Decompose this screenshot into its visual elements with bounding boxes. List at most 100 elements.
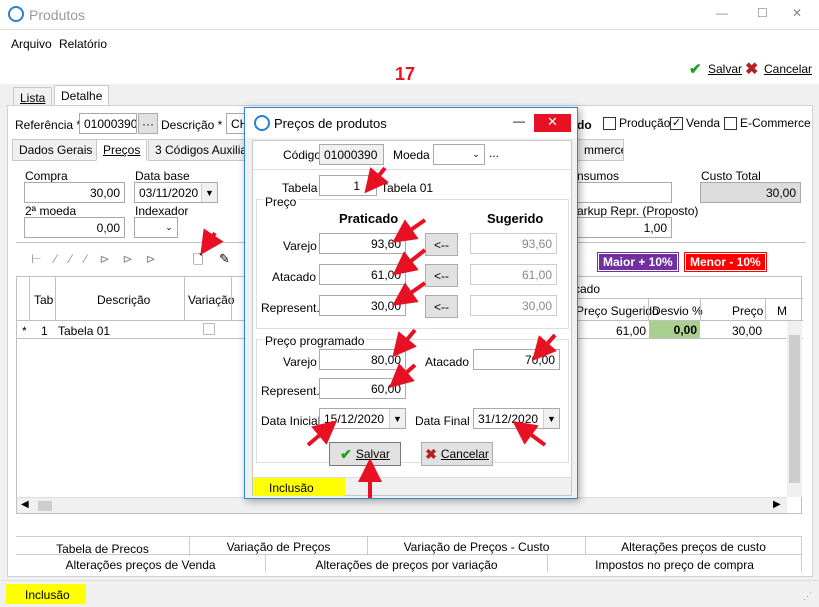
markup-input[interactable]: 1,00 [571,217,672,238]
menu-arquivo[interactable]: Arquivo [11,37,52,51]
repr-label: Represent. [261,301,320,315]
col-desvio[interactable]: Desvio % [652,304,703,318]
chevron-down-icon[interactable]: ⌄ [468,145,484,164]
moeda-select[interactable]: ⌄ [433,144,485,165]
chevron-down-icon[interactable]: ▼ [543,409,559,428]
close-button[interactable]: ✕ [792,6,802,20]
subtab-ecommerce[interactable]: mmerce [577,139,624,161]
venda-label: Venda [686,116,721,130]
varejo-copy-button[interactable]: <-- [425,233,458,256]
repr-copy-button[interactable]: <-- [425,295,458,318]
atacado-copy-button[interactable]: <-- [425,264,458,287]
cancel-x-icon: ✖ [745,61,759,78]
ecommerce-checkbox[interactable]: E-Commerce [724,116,811,131]
tab-alteracoes-venda[interactable]: Alterações preços de Venda [16,555,266,572]
tab-impostos[interactable]: Impostos no preço de compra [548,555,802,572]
desc-input[interactable]: CH [226,113,246,134]
dialog-cancel-button[interactable]: ✖ Cancelar [421,442,493,466]
row-marker: * [22,324,27,338]
bottom-tabs-row1: Tabela de Precos Variação de Preços Vari… [16,536,802,556]
dialog-app-icon [254,115,270,131]
menor-badge: Menor - 10% [684,252,767,272]
repr-sugerido: 30,00 [470,295,557,316]
indexador-select[interactable]: ⌄ [134,217,178,238]
app-icon [8,6,24,22]
codigo-input[interactable]: 01000390 [319,144,384,165]
col-m[interactable]: M [777,304,787,318]
moeda2-input[interactable]: 0,00 [24,217,125,238]
menu-relatorio[interactable]: Relatório [59,37,107,51]
preco-group-label: Preço [263,195,299,209]
tab-variacao-precos-custo[interactable]: Variação de Preços - Custo [368,537,586,554]
minimize-button[interactable]: — [716,6,728,20]
venda-checkbox[interactable]: ✓ Venda [670,116,721,131]
producao-checkbox[interactable]: Produção [603,116,671,131]
maximize-button[interactable]: ☐ [757,6,768,20]
ecommerce-label: E-Commerce [740,116,811,130]
scroll-left-icon[interactable]: ◀ [21,499,29,510]
varejo-input[interactable]: 93,60 [319,233,406,254]
horizontal-scrollbar[interactable]: ◀ ▶ [17,497,787,513]
col-preco[interactable]: Preço [732,304,763,318]
col-descricao-header[interactable]: Descrição [97,293,150,307]
custo-total-input: 30,00 [700,182,801,203]
col-tab-header[interactable]: Tab [34,293,53,307]
database-input[interactable]: 03/11/2020 ▼ [134,182,218,203]
compra-input[interactable]: 30,00 [24,182,125,203]
scroll-right-icon[interactable]: ▶ [773,499,781,510]
tab-alteracoes-custo[interactable]: Alterações preços de custo [586,537,802,554]
insumos-label: nsumos [577,169,620,183]
toolbar-cancel-button[interactable]: Cancelar [764,62,812,76]
data-final-input[interactable]: 31/12/2020 ▼ [473,408,560,429]
chevron-down-icon[interactable]: ▼ [389,409,405,428]
row-variacao-checkbox[interactable] [203,323,215,335]
ref-label: Referência * [15,118,82,132]
resize-grip-icon[interactable]: ⋰ [803,591,812,602]
varejo-sugerido: 93,60 [470,233,557,254]
prog-repr-input[interactable]: 60,00 [319,378,406,399]
tab-variacao-precos[interactable]: Variação de Preços [190,537,368,554]
indexador-label: Indexador [135,204,189,218]
grid-nav-icons[interactable]: ⊢⁄⁄⁄⊳⊳⊳ [31,252,169,266]
tab-detalhe[interactable]: Detalhe [54,85,110,107]
atacado-input[interactable]: 61,00 [319,264,406,285]
prog-atacado-input[interactable]: 70,00 [473,349,560,370]
dialog-status-inclusao: Inclusão [253,478,345,496]
vertical-scrollbar[interactable] [787,321,802,497]
prog-varejo-label: Varejo [283,355,317,369]
moeda-ellipsis[interactable]: ... [489,146,499,160]
tabela-label: Tabela [282,181,318,195]
dialog-cancel-label: Cancelar [440,447,489,461]
edit-record-icon[interactable]: ✎ [219,251,230,267]
new-record-icon[interactable]: 🗋 [193,251,203,273]
data-final-value: 31/12/2020 [478,412,539,426]
tab-alteracoes-variacao[interactable]: Alterações de preços por variação [266,555,548,572]
col-variacao-header[interactable]: Variação [188,293,234,307]
ref-lookup-button[interactable]: ··· [138,113,158,134]
dialog-title-bar: Preços de produtos — ✕ [245,108,577,138]
insumos-input[interactable] [571,182,672,203]
table-row[interactable]: * 1 Tabela 01 [17,321,247,339]
subtab-dados-gerais[interactable]: Dados Gerais [12,139,100,161]
producao-label: Produção [619,116,671,130]
ref-input[interactable]: 01000390 [79,113,137,134]
subtab-codigos[interactable]: 3 Códigos Auxiliare [148,139,246,161]
prog-varejo-input[interactable]: 80,00 [319,349,406,370]
dialog-minimize-button[interactable]: — [513,114,525,128]
toolbar-save-button[interactable]: Salvar [708,62,742,76]
repr-input[interactable]: 30,00 [319,295,406,316]
dialog-close-button[interactable]: ✕ [534,114,571,132]
grid-right-row[interactable]: 61,00 0,00 30,00 [572,321,803,339]
chevron-down-icon[interactable]: ⌄ [161,218,177,237]
tabela-input[interactable]: 1 [319,175,377,196]
data-inicial-input[interactable]: 15/12/2020 ▼ [319,408,406,429]
col-preco-sugerido[interactable]: Preço Sugerido [576,304,659,318]
header-fragment: do [577,118,592,132]
dialog-save-button[interactable]: ✔ Salvar [329,442,401,466]
subtab-precos[interactable]: Preços [96,139,148,161]
status-bar: Inclusão ⋰ [0,580,819,607]
chevron-down-icon[interactable]: ▼ [201,183,217,202]
data-inicial-label: Data Inicial [261,414,321,428]
checkmark-icon: ✔ [340,445,352,462]
varejo-label: Varejo [283,239,317,253]
